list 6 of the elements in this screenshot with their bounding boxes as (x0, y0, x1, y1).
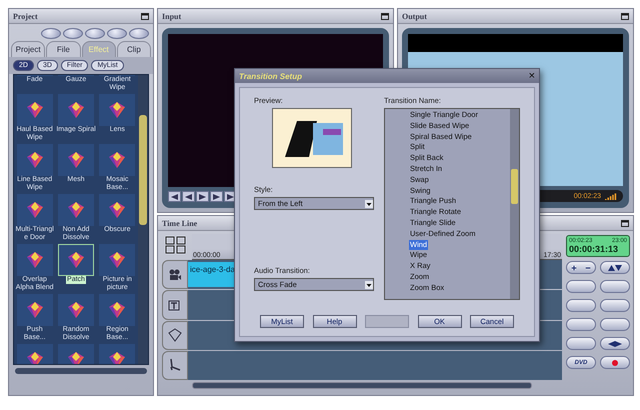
panel-title: Output (402, 12, 427, 20)
panel-title: Project (13, 12, 38, 20)
dialog-title: Transition Setup (239, 72, 302, 80)
panel-title: Time Line (162, 218, 198, 228)
lcd-timecode: 00:00:31:13 (569, 244, 620, 254)
panel-title: Input (162, 12, 182, 20)
